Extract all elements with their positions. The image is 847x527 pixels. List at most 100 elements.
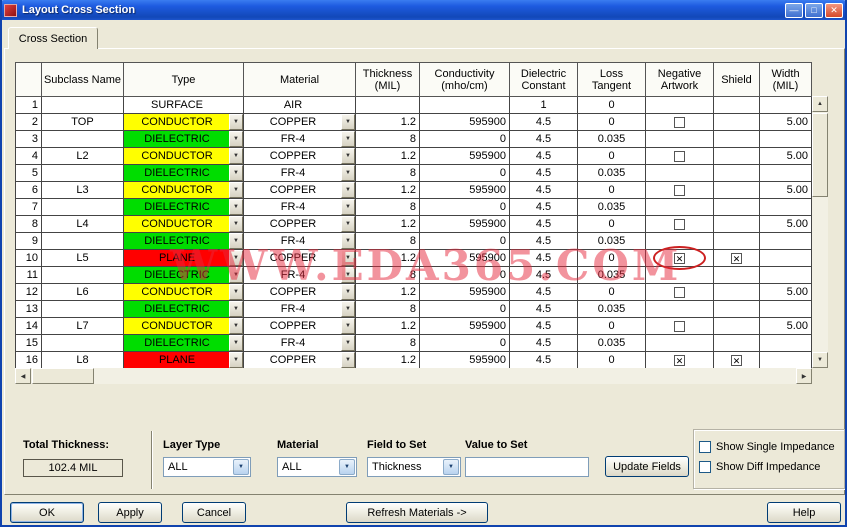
- width-cell[interactable]: 5.00: [759, 147, 812, 165]
- loss-tangent-cell[interactable]: 0.035: [577, 266, 646, 284]
- width-cell[interactable]: [759, 300, 812, 318]
- material-dropdown-button[interactable]: ▼: [341, 182, 355, 198]
- conductivity-cell[interactable]: 0: [419, 232, 510, 250]
- dielectric-constant-cell[interactable]: 4.5: [509, 334, 578, 352]
- conductivity-cell[interactable]: 595900: [419, 351, 510, 369]
- thickness-cell[interactable]: 1.2: [355, 283, 420, 301]
- horizontal-scroll-thumb[interactable]: [32, 368, 94, 384]
- material-dropdown-button[interactable]: ▼: [341, 131, 355, 147]
- shield-checkbox[interactable]: ✕: [731, 252, 742, 264]
- width-cell[interactable]: [759, 198, 812, 216]
- thickness-cell[interactable]: 1.2: [355, 215, 420, 233]
- conductivity-cell[interactable]: 595900: [419, 283, 510, 301]
- width-cell[interactable]: 5.00: [759, 283, 812, 301]
- thickness-cell[interactable]: 1.2: [355, 317, 420, 335]
- type-dropdown-button[interactable]: ▼: [229, 182, 243, 198]
- layer-type-dropdown-icon[interactable]: ▼: [233, 459, 249, 475]
- loss-tangent-cell[interactable]: 0: [577, 147, 646, 165]
- dielectric-constant-cell[interactable]: 4.5: [509, 130, 578, 148]
- conductivity-cell[interactable]: 595900: [419, 317, 510, 335]
- dielectric-constant-cell[interactable]: 4.5: [509, 147, 578, 165]
- material-dropdown-button[interactable]: ▼: [341, 301, 355, 317]
- update-fields-button[interactable]: Update Fields: [605, 456, 689, 477]
- material-dropdown-button[interactable]: ▼: [341, 114, 355, 130]
- scroll-right-button[interactable]: ▶: [796, 368, 812, 384]
- material-dropdown-button[interactable]: ▼: [341, 267, 355, 283]
- loss-tangent-cell[interactable]: 0.035: [577, 300, 646, 318]
- maximize-button[interactable]: □: [805, 2, 823, 18]
- type-dropdown-button[interactable]: ▼: [229, 267, 243, 283]
- loss-tangent-cell[interactable]: 0: [577, 96, 646, 114]
- negative-artwork-checkbox[interactable]: [674, 286, 685, 298]
- type-dropdown-button[interactable]: ▼: [229, 131, 243, 147]
- conductivity-cell[interactable]: 595900: [419, 215, 510, 233]
- loss-tangent-cell[interactable]: 0.035: [577, 164, 646, 182]
- width-cell[interactable]: 5.00: [759, 113, 812, 131]
- thickness-cell[interactable]: 8: [355, 334, 420, 352]
- conductivity-cell[interactable]: [419, 96, 510, 114]
- loss-tangent-cell[interactable]: 0: [577, 283, 646, 301]
- width-cell[interactable]: [759, 249, 812, 267]
- negative-artwork-checkbox[interactable]: [674, 218, 685, 230]
- dielectric-constant-cell[interactable]: 1: [509, 96, 578, 114]
- loss-tangent-cell[interactable]: 0: [577, 113, 646, 131]
- titlebar[interactable]: Layout Cross Section — □ ✕: [2, 0, 845, 20]
- thickness-cell[interactable]: 8: [355, 300, 420, 318]
- material-dropdown-icon[interactable]: ▼: [339, 459, 355, 475]
- dielectric-constant-cell[interactable]: 4.5: [509, 317, 578, 335]
- width-cell[interactable]: [759, 351, 812, 369]
- width-cell[interactable]: [759, 130, 812, 148]
- thickness-cell[interactable]: 8: [355, 130, 420, 148]
- width-cell[interactable]: [759, 164, 812, 182]
- show-single-impedance-row[interactable]: Show Single Impedance: [699, 437, 839, 457]
- show-diff-impedance-checkbox[interactable]: [699, 461, 711, 473]
- layer-type-combo[interactable]: ALL ▼: [163, 457, 251, 477]
- dielectric-constant-cell[interactable]: 4.5: [509, 181, 578, 199]
- thickness-cell[interactable]: 8: [355, 198, 420, 216]
- show-diff-impedance-row[interactable]: Show Diff Impedance: [699, 457, 839, 477]
- scroll-down-button[interactable]: ▼: [812, 352, 828, 368]
- dielectric-constant-cell[interactable]: 4.5: [509, 232, 578, 250]
- loss-tangent-cell[interactable]: 0.035: [577, 232, 646, 250]
- dielectric-constant-cell[interactable]: 4.5: [509, 283, 578, 301]
- scroll-up-button[interactable]: ▲: [812, 96, 828, 112]
- dielectric-constant-cell[interactable]: 4.5: [509, 351, 578, 369]
- cancel-button[interactable]: Cancel: [182, 502, 246, 523]
- thickness-cell[interactable]: 1.2: [355, 249, 420, 267]
- material-dropdown-button[interactable]: ▼: [341, 318, 355, 334]
- width-cell[interactable]: 5.00: [759, 317, 812, 335]
- loss-tangent-cell[interactable]: 0.035: [577, 334, 646, 352]
- vertical-scroll-thumb[interactable]: [812, 113, 828, 197]
- apply-button[interactable]: Apply: [98, 502, 162, 523]
- scroll-left-button[interactable]: ◀: [15, 368, 31, 384]
- loss-tangent-cell[interactable]: 0.035: [577, 130, 646, 148]
- dielectric-constant-cell[interactable]: 4.5: [509, 266, 578, 284]
- thickness-cell[interactable]: [355, 96, 420, 114]
- material-combo[interactable]: ALL ▼: [277, 457, 357, 477]
- field-to-set-dropdown-icon[interactable]: ▼: [443, 459, 459, 475]
- conductivity-cell[interactable]: 595900: [419, 249, 510, 267]
- width-cell[interactable]: [759, 334, 812, 352]
- conductivity-cell[interactable]: 595900: [419, 147, 510, 165]
- loss-tangent-cell[interactable]: 0: [577, 317, 646, 335]
- dielectric-constant-cell[interactable]: 4.5: [509, 113, 578, 131]
- loss-tangent-cell[interactable]: 0: [577, 249, 646, 267]
- type-dropdown-button[interactable]: ▼: [229, 148, 243, 164]
- negative-artwork-checkbox[interactable]: [674, 116, 685, 128]
- tab-cross-section[interactable]: Cross Section: [8, 27, 98, 49]
- conductivity-cell[interactable]: 0: [419, 164, 510, 182]
- material-dropdown-button[interactable]: ▼: [341, 165, 355, 181]
- value-to-set-input[interactable]: [465, 457, 589, 477]
- dielectric-constant-cell[interactable]: 4.5: [509, 198, 578, 216]
- type-dropdown-button[interactable]: ▼: [229, 233, 243, 249]
- type-dropdown-button[interactable]: ▼: [229, 199, 243, 215]
- thickness-cell[interactable]: 1.2: [355, 147, 420, 165]
- material-dropdown-button[interactable]: ▼: [341, 233, 355, 249]
- material-dropdown-button[interactable]: ▼: [341, 199, 355, 215]
- conductivity-cell[interactable]: 595900: [419, 113, 510, 131]
- minimize-button[interactable]: —: [785, 2, 803, 18]
- width-cell[interactable]: 5.00: [759, 181, 812, 199]
- thickness-cell[interactable]: 1.2: [355, 351, 420, 369]
- width-cell[interactable]: [759, 266, 812, 284]
- loss-tangent-cell[interactable]: 0.035: [577, 198, 646, 216]
